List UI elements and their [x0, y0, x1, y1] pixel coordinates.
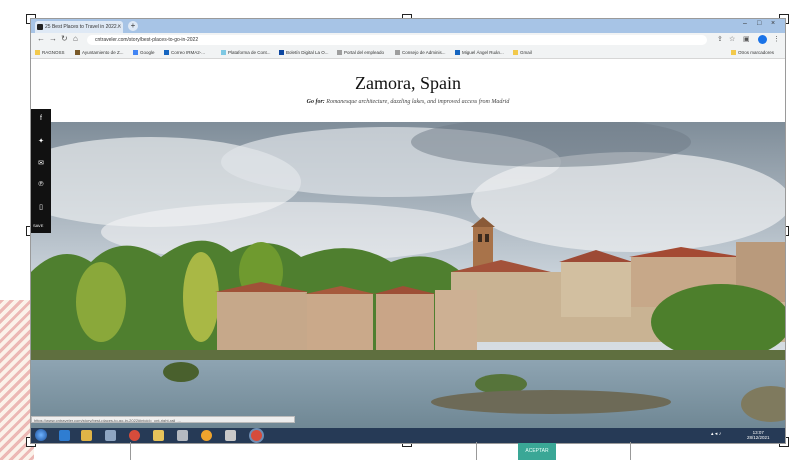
chrome-taskbar-icon[interactable]	[129, 430, 140, 441]
bookmark-item[interactable]: Consejo de Adminis...	[395, 48, 446, 57]
article-subtitle: Go for: Romanesque architecture, dazzlin…	[31, 99, 785, 105]
article-title: Zamora, Spain	[355, 73, 461, 93]
maximize-button[interactable]: □	[757, 20, 761, 27]
app2-taskbar-icon[interactable]	[201, 430, 212, 441]
new-tab-button[interactable]: +	[128, 21, 138, 31]
pinterest-icon[interactable]: ℗	[31, 181, 51, 188]
browser-tab[interactable]: 25 Best Places to Travel in 2022... ×	[35, 21, 123, 33]
profile-avatar[interactable]	[758, 35, 767, 44]
divider-line	[130, 442, 131, 460]
bookmark-item[interactable]: Google	[133, 48, 155, 57]
goto-text: Romanesque architecture, dazzling lakes,…	[326, 99, 510, 105]
browser-toolbar: ← → ↻ ⌂ cntraveler.com/story/best-places…	[31, 33, 785, 47]
tab-strip: 25 Best Places to Travel in 2022... × + …	[31, 19, 785, 33]
app3-taskbar-icon[interactable]	[225, 430, 236, 441]
goto-label: Go for:	[306, 99, 325, 105]
extensions-icon[interactable]: ▣	[743, 35, 750, 43]
address-bar[interactable]: cntraveler.com/story/best-places-to-go-i…	[87, 35, 707, 45]
bookmark-item[interactable]: Portal del empleado	[337, 48, 384, 57]
bookmark-item[interactable]: Correo IRMA2-...	[164, 48, 205, 57]
bookmark-icon[interactable]: ▯	[31, 203, 51, 211]
ie-taskbar-icon[interactable]	[59, 430, 70, 441]
taskbar-clock[interactable]: 13:07 28/12/2021	[747, 430, 770, 440]
divider-line	[476, 442, 477, 460]
decorative-background	[0, 300, 34, 460]
back-icon[interactable]: ←	[37, 34, 45, 43]
bookmarks-bar: RAGNOSS Ayuntamiento de Z... Google Corr…	[31, 47, 785, 59]
menu-icon[interactable]: ⋮	[773, 35, 780, 43]
bookmark-item[interactable]: Gmail	[513, 48, 532, 57]
app-taskbar-icon[interactable]	[105, 430, 116, 441]
bookmark-item-other[interactable]: Otros marcadores	[731, 48, 774, 57]
bookmark-item[interactable]: Boletín Digital La O...	[279, 48, 329, 57]
bookmark-item[interactable]: Ayuntamiento de Z...	[75, 48, 123, 57]
status-bar-url: https://www.cntraveler.com/story/best-pl…	[31, 416, 295, 423]
home-icon[interactable]: ⌂	[73, 34, 78, 43]
address-bar-url: cntraveler.com/story/best-places-to-go-i…	[95, 37, 199, 43]
folder-taskbar-icon[interactable]	[153, 430, 164, 441]
chrome-active-taskbar-icon[interactable]	[251, 430, 262, 441]
bookmark-item[interactable]: Miguel Ángel Ruán...	[455, 48, 504, 57]
star-bookmark-icon[interactable]: ☆	[729, 35, 735, 43]
email-icon[interactable]: ✉	[31, 159, 51, 167]
facebook-icon[interactable]: f	[31, 115, 51, 122]
social-share-bar: f ✦ ✉ ℗ ▯ SAVE	[31, 109, 51, 233]
divider-line	[630, 442, 631, 460]
forward-icon[interactable]: →	[49, 34, 57, 43]
web-page: Zamora, Spain Go for: Romanesque archite…	[31, 59, 785, 429]
tab-close-icon[interactable]: ×	[117, 21, 121, 33]
tab-title: 25 Best Places to Travel in 2022...	[45, 24, 121, 30]
reload-icon[interactable]: ↻	[61, 34, 68, 43]
explorer-taskbar-icon[interactable]	[81, 430, 92, 441]
minimize-button[interactable]: –	[743, 20, 747, 27]
bookmark-item[interactable]: RAGNOSS	[35, 48, 65, 57]
windows-taskbar: ▴ ◂ ♪ 13:07 28/12/2021	[31, 428, 785, 443]
share-page-icon[interactable]: ⇪	[717, 35, 723, 43]
save-label[interactable]: SAVE	[33, 223, 43, 228]
screenshot-frame: 25 Best Places to Travel in 2022... × + …	[30, 18, 786, 444]
media-taskbar-icon[interactable]	[177, 430, 188, 441]
clock-date: 28/12/2021	[747, 435, 770, 440]
tray-icons[interactable]: ▴ ◂ ♪	[711, 431, 721, 437]
accept-button[interactable]: ACEPTAR	[518, 443, 556, 460]
bookmark-item[interactable]: Plataforma de Cont...	[221, 48, 271, 57]
tab-favicon-icon	[37, 24, 43, 30]
twitter-icon[interactable]: ✦	[31, 137, 51, 145]
close-window-button[interactable]: ×	[771, 20, 775, 27]
zamora-landscape-photo	[31, 122, 785, 429]
start-button[interactable]	[35, 429, 47, 441]
